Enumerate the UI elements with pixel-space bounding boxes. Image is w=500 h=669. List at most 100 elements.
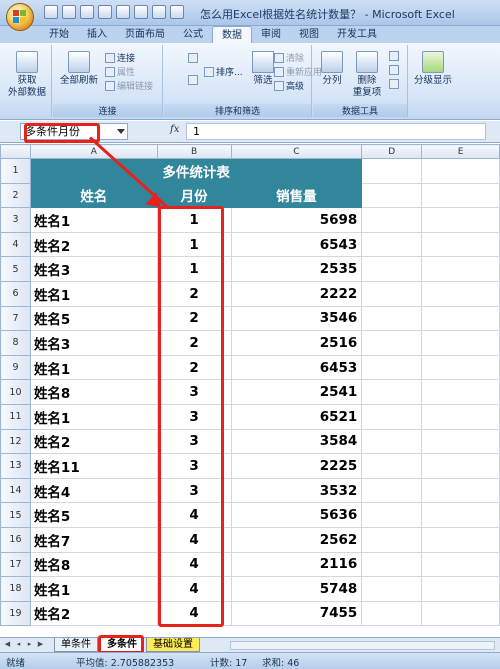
column-header-e[interactable]: E xyxy=(421,144,500,159)
cell[interactable] xyxy=(421,256,500,282)
row-header[interactable]: 6 xyxy=(0,280,31,307)
cell[interactable] xyxy=(361,403,423,430)
row-header[interactable]: 9 xyxy=(0,354,31,381)
row-header[interactable]: 10 xyxy=(0,379,31,405)
name-cell[interactable]: 姓名5 xyxy=(29,502,158,528)
sort-button[interactable]: 排序... xyxy=(204,65,243,78)
properties-button[interactable]: 属性 xyxy=(105,65,135,78)
cell[interactable] xyxy=(361,280,423,307)
sales-cell[interactable]: 2222 xyxy=(230,280,363,307)
row-header[interactable]: 1 xyxy=(0,158,31,184)
name-cell[interactable]: 姓名1 xyxy=(29,576,158,602)
cell[interactable] xyxy=(361,502,423,528)
sales-cell[interactable]: 6453 xyxy=(230,354,363,381)
row-header[interactable]: 2 xyxy=(0,182,31,209)
row-header[interactable]: 13 xyxy=(0,453,31,479)
sales-cell[interactable]: 2225 xyxy=(230,453,363,479)
cell[interactable] xyxy=(421,182,500,209)
next-sheet-icon[interactable]: ▸ xyxy=(25,640,34,649)
get-external-data-button[interactable]: 获取 外部数据 xyxy=(6,51,48,99)
cell[interactable] xyxy=(361,576,423,602)
name-cell[interactable]: 姓名1 xyxy=(29,280,158,307)
worksheet-grid[interactable]: A B C D E 1 多件统计表 2 姓名 月份 销售量 3 姓名1 1 5698 4… xyxy=(0,144,500,637)
cell[interactable] xyxy=(421,600,500,627)
row-header[interactable]: 19 xyxy=(0,600,31,627)
cell[interactable] xyxy=(421,526,500,553)
cell[interactable] xyxy=(421,354,500,381)
office-button[interactable] xyxy=(6,3,34,31)
select-all-corner[interactable] xyxy=(0,144,31,159)
column-header-c[interactable]: C xyxy=(230,144,363,159)
horizontal-scrollbar[interactable] xyxy=(230,641,495,650)
cell[interactable] xyxy=(361,600,423,627)
name-cell[interactable]: 姓名7 xyxy=(29,526,158,553)
tab-page-layout[interactable]: 页面布局 xyxy=(116,26,174,43)
column-header-b[interactable]: B xyxy=(156,144,232,159)
formula-input[interactable]: 1 xyxy=(186,123,486,140)
sales-cell[interactable]: 2516 xyxy=(230,330,363,356)
undo-icon[interactable] xyxy=(62,5,76,19)
cell[interactable] xyxy=(361,256,423,282)
cell[interactable] xyxy=(421,231,500,258)
advanced-button[interactable]: 高级 xyxy=(274,79,304,92)
redo-icon[interactable] xyxy=(80,5,94,19)
column-header-d[interactable]: D xyxy=(361,144,423,159)
tab-view[interactable]: 视图 xyxy=(290,26,328,43)
cell[interactable] xyxy=(421,428,500,455)
sales-cell[interactable]: 2116 xyxy=(230,551,363,578)
cell[interactable] xyxy=(421,403,500,430)
cell[interactable] xyxy=(421,207,500,233)
name-cell[interactable]: 姓名2 xyxy=(29,428,158,455)
edit-links-button[interactable]: 编辑链接 xyxy=(105,79,153,92)
sales-cell[interactable]: 3546 xyxy=(230,305,363,332)
cell[interactable] xyxy=(421,158,500,184)
print-icon[interactable] xyxy=(98,5,112,19)
first-sheet-icon[interactable]: ◀ xyxy=(3,640,12,649)
column-header-a[interactable]: A xyxy=(29,144,158,159)
sales-cell[interactable]: 5636 xyxy=(230,502,363,528)
tab-insert[interactable]: 插入 xyxy=(78,26,116,43)
cell[interactable] xyxy=(361,231,423,258)
tab-data[interactable]: 数据 xyxy=(212,26,252,43)
cell[interactable] xyxy=(361,182,423,209)
cell[interactable] xyxy=(361,551,423,578)
row-header[interactable]: 16 xyxy=(0,526,31,553)
name-cell[interactable]: 姓名8 xyxy=(29,379,158,405)
name-cell[interactable]: 姓名3 xyxy=(29,330,158,356)
header-name[interactable]: 姓名 xyxy=(29,182,158,209)
row-header[interactable]: 4 xyxy=(0,231,31,258)
name-cell[interactable]: 姓名4 xyxy=(29,477,158,504)
row-header[interactable]: 12 xyxy=(0,428,31,455)
refresh-all-button[interactable]: 全部刷新 xyxy=(57,51,101,87)
name-cell[interactable]: 姓名2 xyxy=(29,600,158,627)
grid-icon[interactable] xyxy=(152,5,166,19)
header-month[interactable]: 月份 xyxy=(156,182,232,209)
cell[interactable] xyxy=(361,477,423,504)
last-sheet-icon[interactable]: ▶ xyxy=(36,640,45,649)
customize-icon[interactable] xyxy=(170,5,184,19)
name-cell[interactable]: 姓名1 xyxy=(29,403,158,430)
cell[interactable] xyxy=(421,453,500,479)
cell[interactable] xyxy=(361,379,423,405)
prev-sheet-icon[interactable]: ◂ xyxy=(14,640,23,649)
fx-icon[interactable]: fx xyxy=(170,124,179,135)
row-header[interactable]: 3 xyxy=(0,207,31,233)
validation-button[interactable] xyxy=(389,51,399,61)
header-sales[interactable]: 销售量 xyxy=(230,182,363,209)
name-cell[interactable]: 姓名3 xyxy=(29,256,158,282)
sales-cell[interactable]: 6521 xyxy=(230,403,363,430)
preview-icon[interactable] xyxy=(116,5,130,19)
row-header[interactable]: 8 xyxy=(0,330,31,356)
name-cell[interactable]: 姓名1 xyxy=(29,207,158,233)
text-to-columns-button[interactable]: 分列 xyxy=(317,51,347,87)
outline-button[interactable]: 分级显示 xyxy=(411,51,455,87)
remove-duplicates-button[interactable]: 删除 重复项 xyxy=(349,51,385,99)
save-icon[interactable] xyxy=(44,5,58,19)
sheet-tab-single[interactable]: 单条件 xyxy=(54,638,98,652)
sales-cell[interactable]: 2535 xyxy=(230,256,363,282)
cell[interactable] xyxy=(361,526,423,553)
sales-cell[interactable]: 3532 xyxy=(230,477,363,504)
row-header[interactable]: 11 xyxy=(0,403,31,430)
sales-cell[interactable]: 5698 xyxy=(230,207,363,233)
cell[interactable] xyxy=(361,330,423,356)
